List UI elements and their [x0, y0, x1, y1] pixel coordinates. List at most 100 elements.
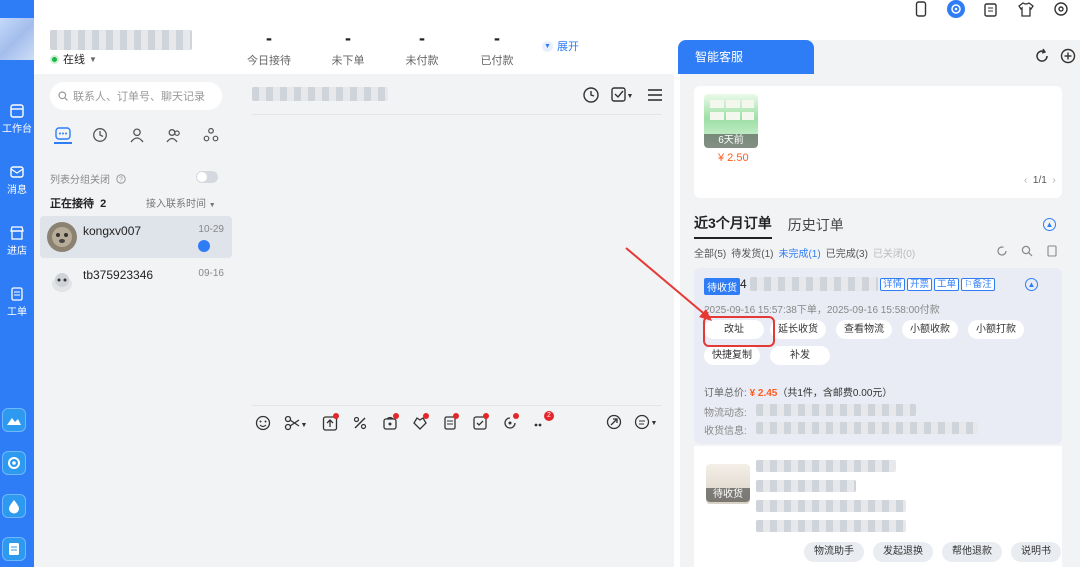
- filter-all[interactable]: 全部(5): [694, 245, 726, 260]
- help-refund-button[interactable]: 帮他退款: [942, 542, 1002, 562]
- invoice-link[interactable]: 开票: [907, 278, 933, 291]
- tab-recent[interactable]: [91, 126, 109, 144]
- small-payout-button[interactable]: 小额打款: [968, 320, 1024, 339]
- svg-text:▼: ▼: [651, 420, 658, 427]
- upload-icon[interactable]: [321, 413, 339, 431]
- document-icon[interactable]: [1046, 245, 1058, 257]
- notification-dot: [423, 413, 429, 419]
- quick-copy-button[interactable]: 快捷复制: [704, 346, 760, 365]
- extend-receipt-button[interactable]: 延长收货: [770, 320, 826, 339]
- note-link[interactable]: ⚐备注: [961, 278, 995, 291]
- notification-dot: [513, 413, 519, 419]
- settings-icon[interactable]: [1052, 0, 1070, 18]
- order-detail-link[interactable]: 详情: [880, 278, 906, 291]
- divider: [252, 114, 662, 115]
- contacts-panel: 联系人、订单号、聊天记录 列表分组关闭 ? 正在接待 2 接入联系时间 ▼ ko…: [34, 74, 238, 567]
- coupon-icon[interactable]: [381, 413, 399, 431]
- logistics-blurred: [756, 404, 916, 416]
- online-dot-icon: [50, 54, 59, 64]
- refresh-icon[interactable]: [996, 245, 1008, 257]
- product-pager[interactable]: ‹ 1/1 ›: [1024, 175, 1056, 186]
- help-icon[interactable]: ?: [116, 173, 126, 184]
- edit-icon[interactable]: [982, 0, 1000, 18]
- team-icon: [203, 127, 219, 142]
- app-shortcut-4[interactable]: [2, 537, 26, 561]
- app-shortcut-3[interactable]: [2, 494, 26, 518]
- gift-icon[interactable]: [411, 413, 429, 431]
- contact-search[interactable]: 联系人、订单号、聊天记录: [50, 82, 222, 110]
- emoji-icon[interactable]: [254, 414, 271, 431]
- more-icon[interactable]: 2: [531, 411, 554, 431]
- order-id-blurred: [750, 277, 878, 291]
- group-toggle-switch[interactable]: [196, 171, 218, 183]
- select-messages-icon[interactable]: ▼: [611, 86, 635, 104]
- expand-button[interactable]: ▼ 展开: [542, 38, 579, 54]
- logistics-assistant-button[interactable]: 物流助手: [804, 542, 864, 562]
- app-shortcut-2[interactable]: [2, 451, 26, 475]
- rail-item-message[interactable]: 消息: [0, 165, 34, 196]
- rail-item-store[interactable]: 进店: [0, 226, 34, 257]
- rail-item-ticket[interactable]: 工单: [0, 287, 34, 318]
- sort-dropdown[interactable]: 接入联系时间 ▼: [146, 195, 216, 210]
- refresh-circle-icon[interactable]: [582, 86, 600, 104]
- online-status[interactable]: 在线 ▼: [50, 51, 97, 67]
- stat-today-reception: - 今日接待: [247, 28, 291, 67]
- avatar: [47, 266, 77, 296]
- svg-text:?: ?: [119, 176, 123, 183]
- initiate-return-button[interactable]: 发起退换: [873, 542, 933, 562]
- group-icon: [166, 129, 180, 143]
- refresh-icon[interactable]: [1034, 48, 1050, 64]
- search-icon[interactable]: [1021, 245, 1033, 257]
- menu-icon[interactable]: [646, 86, 664, 104]
- assistant-icon[interactable]: [501, 413, 519, 431]
- chevron-down-icon: ▼: [89, 54, 97, 64]
- ticket-link[interactable]: 工单: [934, 278, 960, 291]
- filter-closed[interactable]: 已关闭(0): [873, 245, 915, 260]
- app-shortcut-1[interactable]: [2, 408, 26, 432]
- view-logistics-button[interactable]: 查看物流: [836, 320, 892, 339]
- chevron-up-icon[interactable]: ▲: [1043, 218, 1056, 231]
- order-icon[interactable]: [441, 413, 459, 431]
- chat-settings-icon[interactable]: ▼: [634, 414, 658, 430]
- tab-team[interactable]: [202, 126, 220, 144]
- service-icon[interactable]: [947, 0, 965, 18]
- chevron-right-icon: ›: [1052, 175, 1056, 186]
- filter-to-ship[interactable]: 待发货(1): [731, 245, 773, 260]
- tab-groups[interactable]: [165, 126, 183, 144]
- discount-icon[interactable]: [351, 414, 368, 431]
- quick-reply-icon[interactable]: [471, 413, 489, 431]
- manual-button[interactable]: 说明书: [1011, 542, 1061, 562]
- stat-paid: - 已付款: [480, 28, 514, 67]
- rail-item-workbench[interactable]: 工作台: [0, 104, 34, 135]
- scissors-icon[interactable]: ▼: [284, 414, 308, 431]
- message-icon: [10, 166, 24, 178]
- chevron-down-icon: ▼: [542, 40, 553, 52]
- reship-button[interactable]: 补发: [770, 346, 830, 365]
- notification-dot: [483, 413, 489, 419]
- tab-history-orders[interactable]: 历史订单: [788, 215, 844, 239]
- product-thumbnail[interactable]: 6天前: [704, 94, 758, 148]
- small-collection-button[interactable]: 小额收款: [902, 320, 958, 339]
- filter-incomplete[interactable]: 未完成(1): [778, 245, 820, 260]
- item-title-blurred: [756, 460, 896, 472]
- contact-item[interactable]: kongxv007 10-29: [40, 216, 232, 258]
- contact-item[interactable]: tb375923346 09-16: [40, 260, 232, 302]
- notification-dot: [453, 413, 459, 419]
- send-circle-icon[interactable]: [606, 414, 622, 430]
- flag-icon: ⚐: [964, 279, 973, 290]
- tab-contacts[interactable]: [128, 126, 146, 144]
- order-id-prefix: 4: [740, 277, 747, 291]
- filter-completed[interactable]: 已完成(3): [826, 245, 868, 260]
- order-status-badge: 待收货: [704, 278, 740, 295]
- document-icon: [9, 543, 19, 555]
- order-card: 待收货 4 详情 开票 工单 ⚐备注 ▲ 2025-09-16 15:57:38…: [694, 268, 1062, 444]
- tab-recent-orders[interactable]: 近3个月订单: [694, 213, 772, 239]
- search-input[interactable]: 联系人、订单号、聊天记录: [73, 88, 205, 104]
- add-icon[interactable]: [1060, 48, 1076, 64]
- tab-smart-service[interactable]: 智能客服: [678, 40, 814, 74]
- phone-icon[interactable]: [912, 0, 930, 18]
- tab-chats[interactable]: [54, 126, 72, 144]
- shirt-icon[interactable]: [1017, 0, 1035, 18]
- receiving-header: 正在接待 2: [50, 198, 107, 210]
- chevron-up-icon[interactable]: ▲: [1025, 278, 1038, 291]
